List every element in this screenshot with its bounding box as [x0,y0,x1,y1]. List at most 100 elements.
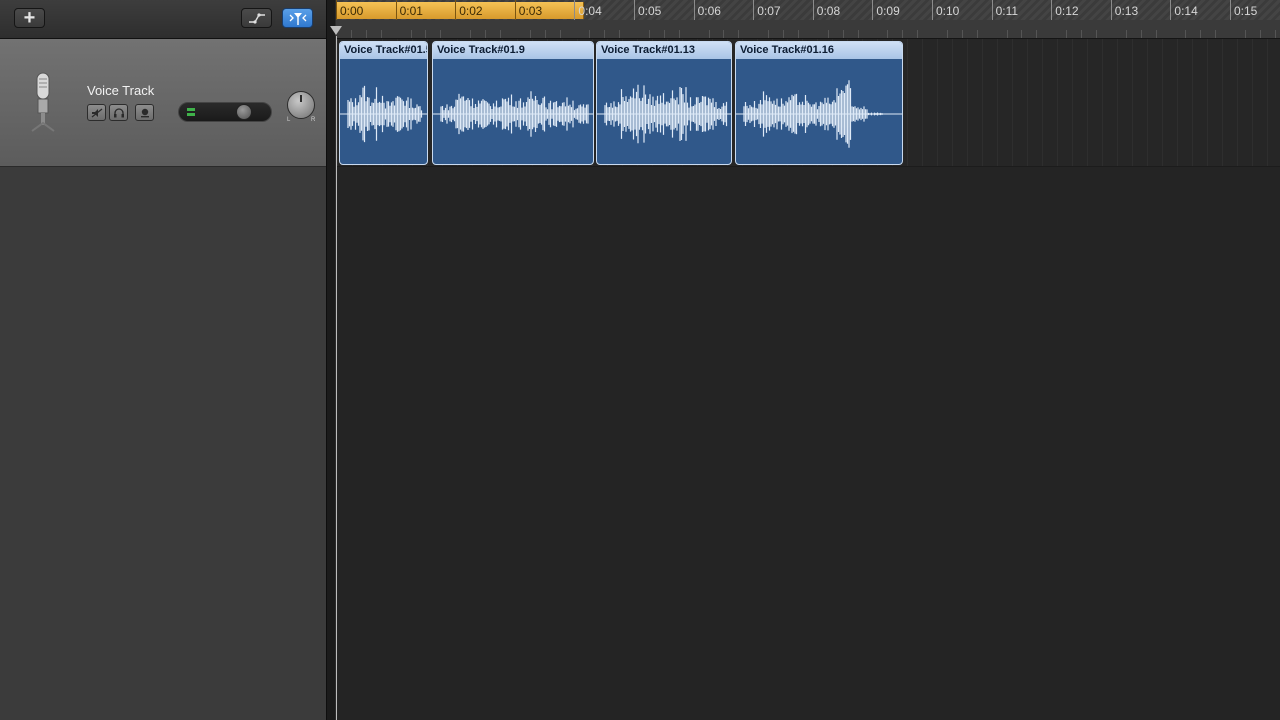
ruler-subtick [1200,30,1202,38]
track-list-divider[interactable] [326,0,336,720]
ruler-tick-label: 0:03 [514,0,542,20]
ruler-subtick [663,30,665,38]
ruler-tick-label: 0:14 [1170,0,1198,20]
ruler-subtick [1036,30,1038,38]
ruler-subtick [529,30,531,38]
ruler-subtick [1006,30,1008,38]
ruler-subtick [350,30,352,38]
ruler-subtick [470,30,472,38]
ruler-tick-label: 0:05 [634,0,661,20]
waveform [340,85,427,143]
ruler-subtick [485,30,486,38]
timeline-ruler[interactable]: 0:00 0:01 0:02 0:03 0:04 0:05 0:06 0:07 0:08 0:09… [336,0,1280,39]
audio-region-title: Voice Track#01.13 [597,42,731,59]
ruler-subtick [1095,30,1097,38]
ruler-tick-label: 0:07 [753,0,781,20]
waveform [433,91,593,137]
waveform [597,84,731,144]
ruler-subtick [723,30,725,38]
ruler-subtick [589,30,591,38]
pan-knob-indicator [300,95,302,102]
ruler-subtick [678,30,680,38]
ruler-tick-label: 0:01 [395,0,423,20]
empty-tracks-area[interactable] [337,167,1280,720]
volume-slider[interactable] [178,102,272,122]
ruler-subtick [842,30,844,38]
ruler-tick-label: 0:06 [693,0,721,20]
ruler-subtick [410,30,412,38]
ruler-subtick [976,30,978,38]
audio-region[interactable]: Voice Track#01.13 [596,41,732,165]
ruler-tick-label: 0:10 [932,0,959,20]
ruler-tick-label: 0:04 [574,0,602,20]
ruler-subtick [946,30,948,38]
pan-left-label: L [287,117,291,123]
ruler-tick-label: 0:02 [455,0,483,20]
playhead-line [336,36,337,720]
ruler-tick-label: 0:00 [336,0,363,20]
audio-region[interactable]: Voice Track#01.9 [432,41,594,165]
ruler-subtick [619,30,621,38]
playhead-catch-icon [289,13,306,25]
ruler-subtick [797,30,799,38]
track-header[interactable]: Voice Track L R [0,39,326,167]
ruler-subtick [1155,30,1157,38]
pan-knob[interactable] [287,91,315,119]
ruler-subtick [738,30,740,38]
audio-region-title: Voice Track#01.16 [736,42,902,59]
level-meter-right [187,113,195,116]
ruler-subtick [544,30,546,38]
ruler-subtick [708,30,710,38]
ruler-subtick [380,30,382,38]
ruler-subtick [1259,30,1261,38]
waveform [736,80,902,148]
automation-icon [248,13,265,24]
mute-icon [91,108,102,117]
automation-button[interactable] [241,8,272,28]
ruler-subtick [887,30,889,38]
solo-button[interactable] [109,104,128,121]
record-enable-button[interactable] [135,104,154,121]
ruler-subtick [440,30,442,38]
mute-button[interactable] [87,104,106,121]
track-name[interactable]: Voice Track [87,83,154,98]
ruler-subtick [499,30,501,38]
ruler-subtick [1021,30,1023,38]
ruler-subtick [902,30,904,38]
add-track-button[interactable]: + [14,8,45,28]
track-list: Voice Track L R [0,39,326,720]
pan-right-label: R [311,117,316,123]
ruler-tick-label: 0:13 [1110,0,1138,20]
ruler-subtick [648,30,650,38]
headphones-icon [113,107,124,117]
ruler-subtick [425,30,427,38]
ruler-tick-label: 0:12 [1051,0,1079,20]
ruler-subtick [857,30,859,38]
ruler-subtick [917,30,919,38]
track-header-toolbar: + [0,0,326,39]
ruler-subtick [1125,30,1127,38]
ruler-tick-label: 0:11 [991,0,1018,20]
catch-playhead-button[interactable] [282,8,313,28]
ruler-subtick [1215,30,1217,38]
ruler-subtick [1244,30,1246,38]
ruler-subtick [768,30,770,38]
ruler-subtick [1081,30,1082,38]
audio-region[interactable]: Voice Track#01.16 [735,41,903,165]
microphone-icon [31,72,55,132]
ruler-subtick [559,30,561,38]
ruler-tick-label: 0:09 [872,0,900,20]
ruler-tick-label: 0:15 [1230,0,1257,20]
ruler-subtick [1274,30,1276,38]
ruler-subtick [961,30,963,38]
ruler-subtick [1140,30,1142,38]
audio-region-title: Voice Track#01.9 [433,42,593,59]
volume-slider-knob[interactable] [236,104,252,120]
ruler-subtick [1185,30,1187,38]
record-icon [140,108,149,117]
audio-region-title: Voice Track#01.5 [340,42,427,59]
ruler-subtick [827,30,829,38]
playhead-handle[interactable] [330,26,342,35]
ruler-subtick [604,30,606,38]
audio-region[interactable]: Voice Track#01.5 [339,41,428,165]
